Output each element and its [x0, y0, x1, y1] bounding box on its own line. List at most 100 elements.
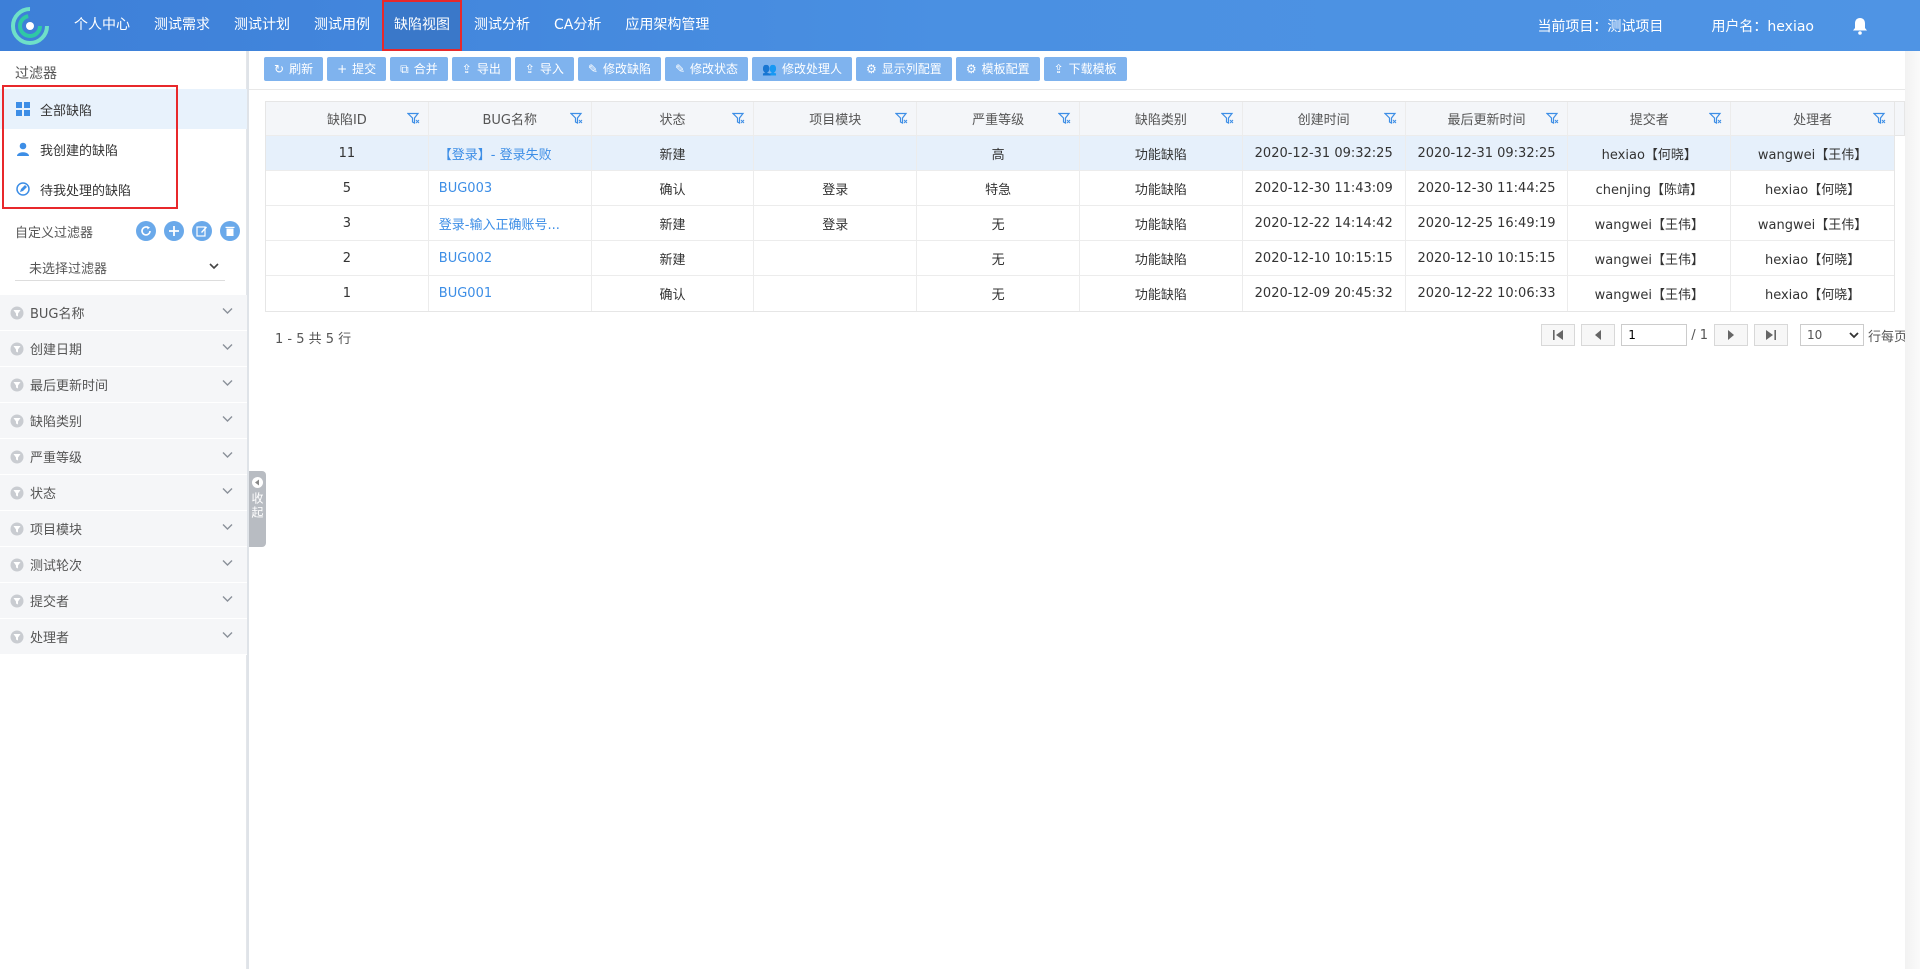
filter-select[interactable]: 未选择过滤器: [15, 255, 225, 281]
edit-filter-button[interactable]: [192, 221, 212, 241]
column-header[interactable]: 创建时间: [1243, 102, 1406, 135]
add-filter-button[interactable]: [164, 221, 184, 241]
filter-icon[interactable]: [1872, 112, 1886, 125]
filter-icon[interactable]: [1220, 112, 1234, 125]
bug-name-link[interactable]: 登录-输入正确账号...: [439, 214, 560, 233]
nav-item[interactable]: 测试分析: [462, 0, 542, 51]
filter-section[interactable]: 处理者: [0, 619, 247, 655]
cell-value: hexiao【何晓】: [1764, 288, 1861, 303]
submit-button[interactable]: + 提交: [327, 57, 387, 81]
table-row[interactable]: 5 BUG003 确认 登录 特急 功能缺陷 2020-12-30 11:43:09 2020…: [266, 171, 1894, 206]
nav-item[interactable]: 测试用例: [302, 0, 382, 51]
username[interactable]: 用户名：hexiao: [1711, 16, 1814, 36]
refresh-filter-button[interactable]: [136, 221, 156, 241]
merge-button[interactable]: ⧉ 合并: [390, 57, 448, 81]
filter-icon[interactable]: [732, 112, 745, 125]
nav-item[interactable]: CA分析: [542, 0, 613, 51]
filter-section[interactable]: 创建日期: [0, 331, 247, 367]
app-logo[interactable]: [10, 6, 50, 46]
column-header[interactable]: BUG名称: [429, 102, 592, 135]
column-header[interactable]: 严重等级: [917, 102, 1080, 135]
button-label: 显示列配置: [881, 62, 942, 76]
top-right-info: 当前项目：测试项目 用户名：hexiao: [1537, 0, 1920, 51]
column-header[interactable]: 缺陷类别: [1080, 102, 1243, 135]
button-label: 刷新: [289, 62, 314, 76]
template-config-button[interactable]: ⚙ 模板配置: [955, 57, 1040, 81]
table-row[interactable]: 1 BUG001 确认 无 功能缺陷 2020-12-09 20:45:32 2020-12…: [266, 276, 1894, 311]
column-config-button[interactable]: ⚙ 显示列配置: [856, 57, 952, 81]
bug-name-link[interactable]: BUG003: [439, 181, 492, 196]
column-header[interactable]: 状态: [592, 102, 755, 135]
next-page-button[interactable]: [1713, 324, 1748, 346]
column-header[interactable]: 最后更新时间: [1406, 102, 1569, 135]
filter-section[interactable]: 缺陷类别: [0, 403, 247, 439]
prev-page-button[interactable]: [1581, 324, 1616, 346]
table-cell: wangwei【王伟】: [1568, 276, 1732, 311]
nav-item[interactable]: 个人中心: [62, 0, 142, 51]
table-row[interactable]: 3 登录-输入正确账号... 新建 登录 无 功能缺陷 2020-12-22 14:14:4…: [266, 206, 1894, 241]
cell-value: 功能缺陷: [1134, 217, 1187, 233]
filter-icon[interactable]: [1546, 112, 1559, 125]
filter-icon[interactable]: [406, 112, 420, 125]
filter-section-label: 项目模块: [30, 523, 83, 538]
filter-section[interactable]: BUG名称: [0, 295, 247, 331]
filter-section[interactable]: 提交者: [0, 583, 247, 619]
cell-value: 2020-12-30 11:43:09: [1254, 180, 1393, 196]
last-page-button[interactable]: [1753, 324, 1788, 346]
import-button[interactable]: ⇪ 导入: [514, 57, 574, 81]
edit-assignee-button[interactable]: 👥 修改处理人: [752, 57, 853, 81]
nav-item[interactable]: 应用架构管理: [613, 0, 721, 51]
filter-icon[interactable]: [1709, 112, 1722, 125]
column-header[interactable]: 提交者: [1568, 102, 1732, 135]
table-cell[interactable]: BUG002: [429, 241, 592, 275]
bug-name-link[interactable]: 【登录】- 登录失败: [439, 144, 552, 163]
row-summary: 1 - 5 共 5 行: [275, 332, 352, 347]
table-header: 缺陷ID BUG名称 状态 项目模块 严重等级 缺陷类别 创建时间 最后更新时间 提交者 处理者: [266, 102, 1894, 136]
current-project[interactable]: 当前项目：测试项目: [1537, 16, 1663, 36]
cell-value: 确认: [659, 288, 686, 303]
filter-icon[interactable]: [1057, 112, 1071, 125]
collapse-sidebar-handle[interactable]: 收起: [249, 471, 266, 547]
column-header[interactable]: 处理者: [1731, 102, 1894, 135]
table-cell[interactable]: 登录-输入正确账号...: [429, 206, 592, 240]
table-row[interactable]: 2 BUG002 新建 无 功能缺陷 2020-12-10 10:15:15 2020-12…: [266, 241, 1894, 276]
first-page-button[interactable]: [1541, 324, 1576, 346]
table-row[interactable]: 11 【登录】- 登录失败 新建 高 功能缺陷 2020-12-31 09:32:25 20…: [266, 136, 1894, 171]
cell-value: 2020-12-22 14:14:42: [1254, 215, 1393, 231]
export-button[interactable]: ⇪ 导出: [451, 57, 511, 81]
table-cell[interactable]: BUG001: [429, 276, 592, 311]
edit-defect-button[interactable]: ✎ 修改缺陷: [577, 57, 661, 81]
filter-section[interactable]: 严重等级: [0, 439, 247, 475]
nav-item[interactable]: 测试需求: [142, 0, 222, 51]
filter-section[interactable]: 状态: [0, 475, 247, 511]
nav-item[interactable]: 测试计划: [222, 0, 302, 51]
toolbar: ↻ 刷新 + 提交 ⧉ 合并 ⇪ 导出 ⇪ 导入 ✎ 修改缺陷 ✎ 修改状态 👥 修改处理人 ⚙ 显示列配置 ⚙ 模板…: [264, 57, 1131, 81]
bug-name-link[interactable]: BUG001: [439, 286, 492, 301]
refresh-button[interactable]: ↻ 刷新: [264, 57, 324, 81]
nav-item[interactable]: 缺陷视图: [382, 0, 462, 51]
filter-icon[interactable]: [569, 112, 583, 125]
filter-section[interactable]: 项目模块: [0, 511, 247, 547]
filter-icon[interactable]: [1383, 112, 1397, 125]
column-header[interactable]: 项目模块: [754, 102, 918, 135]
toolbar-divider: [249, 89, 1920, 90]
bell-icon[interactable]: [1850, 16, 1870, 36]
filter-icon[interactable]: [895, 112, 908, 125]
table-cell[interactable]: 【登录】- 登录失败: [429, 136, 592, 170]
table-cell: 确认: [592, 276, 755, 311]
download-template-button[interactable]: ⇪ 下载模板: [1043, 57, 1127, 81]
delete-filter-button[interactable]: [220, 221, 240, 241]
filter-section[interactable]: 测试轮次: [0, 547, 247, 583]
per-page-label: 行每页: [1867, 329, 1907, 345]
edit-status-button[interactable]: ✎ 修改状态: [664, 57, 749, 81]
bug-name-link[interactable]: BUG002: [439, 251, 492, 266]
table-cell: 新建: [592, 136, 755, 170]
column-config-icon: ⚙: [866, 62, 877, 76]
page-number-input[interactable]: [1621, 324, 1688, 346]
table-cell[interactable]: BUG003: [429, 171, 592, 205]
column-header[interactable]: 缺陷ID: [266, 102, 429, 135]
filter-section[interactable]: 最后更新时间: [0, 367, 247, 403]
table-cell: 高: [917, 136, 1080, 170]
filter-section-label: 严重等级: [30, 451, 83, 466]
page-size-select[interactable]: 10: [1799, 324, 1864, 346]
